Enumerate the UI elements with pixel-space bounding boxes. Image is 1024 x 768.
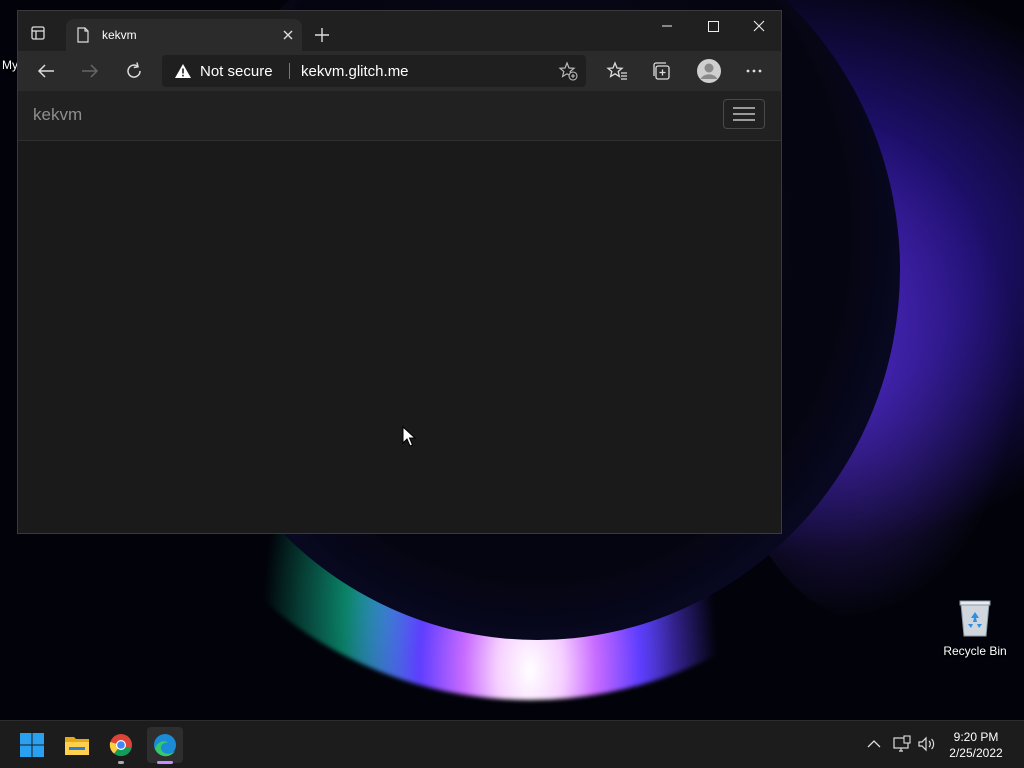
navbar-toggle-button[interactable] (723, 99, 765, 129)
refresh-icon (127, 62, 141, 78)
security-status-text[interactable]: Not secure (200, 63, 273, 80)
page-content: kekvm (18, 91, 781, 533)
speaker-icon (918, 736, 935, 752)
collections-button[interactable] (650, 59, 674, 83)
clock-date: 2/25/2022 (949, 746, 1003, 760)
edge-browser-window: kekvm Not secure kekvm.glitch.me kekvm (17, 10, 782, 534)
active-indicator (157, 761, 173, 764)
edge-icon (154, 734, 176, 757)
new-tab-button[interactable] (312, 25, 332, 45)
page-icon (77, 27, 89, 43)
plus-icon (315, 28, 329, 42)
browser-toolbar: Not secure kekvm.glitch.me (18, 51, 781, 91)
forward-button[interactable] (78, 59, 102, 83)
taskbar: 9:20 PM 2/25/2022 (0, 720, 1024, 768)
favorites-icon (606, 61, 627, 80)
recycle-bin-desktop-icon[interactable]: Recycle Bin (940, 594, 1010, 662)
minimize-button[interactable] (644, 15, 690, 45)
windows-start-icon (20, 733, 44, 757)
site-navbar: kekvm (18, 91, 781, 141)
clock[interactable]: 9:20 PM 2/25/2022 (944, 729, 1008, 761)
warning-icon[interactable] (174, 63, 192, 79)
address-separator (289, 63, 290, 79)
profile-button[interactable] (695, 57, 723, 85)
tab-close-button[interactable] (278, 25, 298, 45)
start-button[interactable] (14, 727, 50, 763)
edge-taskbar-button[interactable] (147, 727, 183, 764)
arrow-left-icon (37, 64, 54, 78)
recycle-bin-icon (958, 598, 992, 638)
maximize-button[interactable] (690, 15, 736, 45)
tab-actions-button[interactable] (28, 23, 48, 43)
recycle-bin-label: Recycle Bin (943, 644, 1007, 658)
clock-time: 9:20 PM (953, 730, 999, 744)
refresh-button[interactable] (122, 59, 146, 83)
mouse-cursor-icon (402, 426, 416, 447)
arrow-right-icon (82, 64, 99, 78)
browser-tab[interactable]: kekvm (66, 19, 302, 51)
collections-icon (653, 62, 670, 80)
settings-more-button[interactable] (742, 59, 766, 83)
maximize-icon (708, 21, 719, 32)
favorites-button[interactable] (606, 59, 630, 83)
chevron-up-icon (867, 740, 881, 748)
url-text[interactable]: kekvm.glitch.me (301, 63, 409, 80)
site-brand[interactable]: kekvm (33, 105, 82, 125)
minimize-icon (662, 25, 672, 27)
running-indicator (118, 761, 124, 764)
tab-title: kekvm (102, 28, 137, 42)
close-icon (283, 30, 293, 40)
window-close-button[interactable] (736, 15, 782, 45)
address-bar[interactable]: Not secure kekvm.glitch.me (162, 55, 586, 87)
show-hidden-icons-button[interactable] (864, 734, 884, 754)
chrome-taskbar-button[interactable] (103, 727, 139, 764)
network-icon (893, 735, 911, 752)
network-button[interactable] (892, 734, 912, 754)
avatar-icon (697, 59, 721, 83)
folder-icon (65, 737, 89, 755)
add-favorite-button[interactable] (558, 61, 578, 81)
close-icon (753, 20, 765, 32)
more-icon (746, 69, 762, 73)
hamburger-line (733, 113, 755, 115)
volume-button[interactable] (917, 734, 937, 754)
title-bar: kekvm (18, 11, 781, 51)
file-explorer-taskbar-button[interactable] (59, 727, 95, 763)
chrome-icon (109, 734, 132, 757)
star-add-icon (558, 61, 578, 81)
back-button[interactable] (34, 59, 58, 83)
hamburger-line (733, 119, 755, 121)
desktop-icon-partial-label[interactable]: My (2, 58, 18, 72)
tab-actions-icon (31, 26, 45, 40)
hamburger-line (733, 107, 755, 109)
